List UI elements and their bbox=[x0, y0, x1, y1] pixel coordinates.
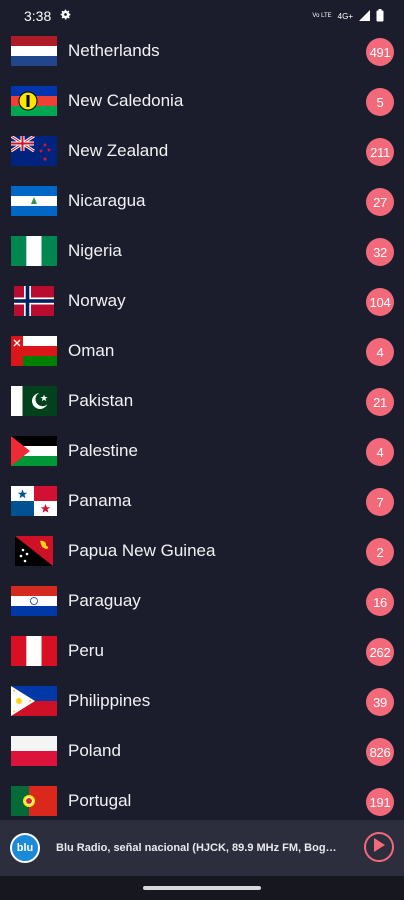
country-name: Nigeria bbox=[68, 241, 122, 260]
station-count-badge: 27 bbox=[366, 188, 394, 216]
station-count-badge: 16 bbox=[366, 588, 394, 616]
country-name: New Zealand bbox=[68, 141, 169, 160]
station-count-badge: 211 bbox=[366, 138, 394, 166]
country-name: Peru bbox=[68, 641, 104, 660]
station-count-badge: 21 bbox=[366, 388, 394, 416]
gear-icon bbox=[59, 8, 72, 24]
peru-flag-icon bbox=[11, 636, 57, 666]
country-name: Paraguay bbox=[68, 591, 141, 610]
country-name: Netherlands bbox=[68, 41, 160, 60]
status-left: 3:38 bbox=[24, 8, 72, 24]
now-playing-title[interactable]: Blu Radio, señal nacional (HJCK, 89.9 MH… bbox=[56, 842, 342, 854]
new-zealand-flag-icon bbox=[11, 136, 57, 166]
country-name: Pakistan bbox=[68, 391, 134, 410]
panama-flag-icon bbox=[11, 486, 57, 516]
home-indicator[interactable] bbox=[143, 886, 261, 890]
country-row-nicaragua[interactable]: Nicaragua 27 bbox=[0, 176, 404, 226]
country-name: Philippines bbox=[68, 691, 151, 710]
netherlands-flag-icon bbox=[11, 36, 57, 66]
country-row-oman[interactable]: Oman 4 bbox=[0, 326, 404, 376]
station-count-badge: 32 bbox=[366, 238, 394, 266]
country-row-new-caledonia[interactable]: New Caledonia 5 bbox=[0, 76, 404, 126]
country-row-philippines[interactable]: Philippines 39 bbox=[0, 676, 404, 726]
country-name: Poland bbox=[68, 741, 121, 760]
station-count-badge: 262 bbox=[366, 638, 394, 666]
philippines-flag-icon bbox=[11, 686, 57, 716]
country-row-panama[interactable]: Panama 7 bbox=[0, 476, 404, 526]
station-count-badge: 5 bbox=[366, 88, 394, 116]
portugal-flag-icon bbox=[11, 786, 57, 816]
country-list[interactable]: Netherlands 491 New Caledonia 5 New Zeal… bbox=[0, 26, 404, 826]
country-row-papua-new-guinea[interactable]: Papua New Guinea 2 bbox=[0, 526, 404, 576]
country-row-portugal[interactable]: Portugal 191 bbox=[0, 776, 404, 826]
country-name: Papua New Guinea bbox=[68, 541, 216, 560]
country-name: Portugal bbox=[68, 791, 132, 810]
country-row-norway[interactable]: Norway 104 bbox=[0, 276, 404, 326]
station-count-badge: 191 bbox=[366, 788, 394, 816]
battery-icon bbox=[376, 8, 384, 24]
country-name: New Caledonia bbox=[68, 91, 184, 110]
station-count-badge: 4 bbox=[366, 438, 394, 466]
paraguay-flag-icon bbox=[11, 586, 57, 616]
poland-flag-icon bbox=[11, 736, 57, 766]
country-row-poland[interactable]: Poland 826 bbox=[0, 726, 404, 776]
station-count-badge: 2 bbox=[366, 538, 394, 566]
volte-indicator: Vo LTE bbox=[312, 12, 332, 19]
mini-player[interactable]: blu Blu Radio, señal nacional (HJCK, 89.… bbox=[0, 820, 404, 876]
norway-flag-icon bbox=[11, 286, 57, 316]
status-time: 3:38 bbox=[24, 8, 52, 24]
status-right: Vo LTE 4G+ bbox=[312, 8, 384, 24]
country-name: Palestine bbox=[68, 441, 138, 460]
station-count-badge: 826 bbox=[366, 738, 394, 766]
new-caledonia-flag-icon bbox=[11, 86, 57, 116]
palestine-flag-icon bbox=[11, 436, 57, 466]
pakistan-flag-icon bbox=[11, 386, 57, 416]
station-count-badge: 491 bbox=[366, 38, 394, 66]
play-icon bbox=[373, 837, 385, 857]
signal-icon bbox=[359, 9, 370, 23]
country-name: Nicaragua bbox=[68, 191, 146, 210]
country-row-new-zealand[interactable]: New Zealand 211 bbox=[0, 126, 404, 176]
country-name: Panama bbox=[68, 491, 132, 510]
country-row-paraguay[interactable]: Paraguay 16 bbox=[0, 576, 404, 626]
station-logo: blu bbox=[10, 833, 40, 863]
country-row-netherlands[interactable]: Netherlands 491 bbox=[0, 26, 404, 76]
play-button[interactable] bbox=[364, 832, 394, 862]
country-row-nigeria[interactable]: Nigeria 32 bbox=[0, 226, 404, 276]
country-name: Norway bbox=[68, 291, 126, 310]
station-count-badge: 104 bbox=[366, 288, 394, 316]
country-name: Oman bbox=[68, 341, 115, 360]
network-type: 4G+ bbox=[337, 11, 353, 21]
nicaragua-flag-icon bbox=[11, 186, 57, 216]
country-row-pakistan[interactable]: Pakistan 21 bbox=[0, 376, 404, 426]
nigeria-flag-icon bbox=[11, 236, 57, 266]
papua-new-guinea-flag-icon bbox=[11, 536, 57, 566]
country-row-peru[interactable]: Peru 262 bbox=[0, 626, 404, 676]
station-count-badge: 4 bbox=[366, 338, 394, 366]
gesture-nav-bar bbox=[0, 876, 404, 900]
station-count-badge: 39 bbox=[366, 688, 394, 716]
station-count-badge: 7 bbox=[366, 488, 394, 516]
country-row-palestine[interactable]: Palestine 4 bbox=[0, 426, 404, 476]
oman-flag-icon bbox=[11, 336, 57, 366]
